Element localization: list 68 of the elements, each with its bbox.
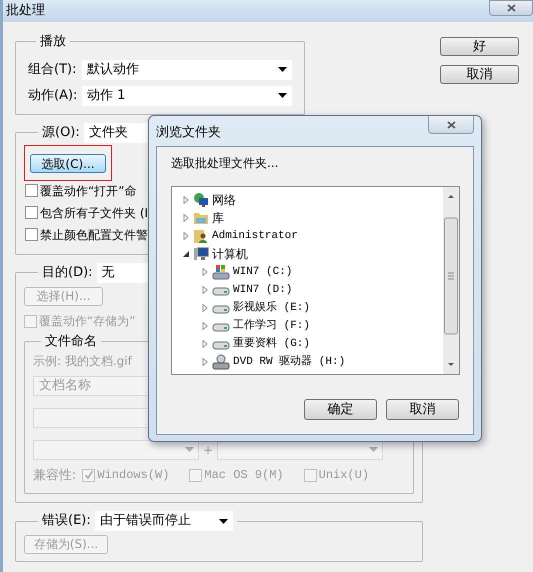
collapsed-arrow-icon[interactable] bbox=[201, 268, 209, 276]
checkbox[interactable] bbox=[25, 228, 38, 241]
computer-icon bbox=[193, 246, 209, 262]
expanded-arrow-icon[interactable] bbox=[182, 250, 190, 258]
dropdown-arrow-icon bbox=[218, 518, 228, 524]
close-icon bbox=[506, 4, 516, 12]
dropdown[interactable]: 由于错误而停止 bbox=[94, 511, 233, 531]
tree-item[interactable]: 计算机 bbox=[212, 245, 248, 263]
dropdown-arrow-icon bbox=[369, 447, 378, 452]
checkbox-label: 禁止颜色配置文件警 bbox=[40, 226, 148, 244]
field-label: 目的(D): bbox=[42, 264, 93, 282]
group-title: 播放 bbox=[39, 33, 67, 51]
tree-item[interactable]: Administrator bbox=[212, 228, 298, 244]
user-folder-icon bbox=[193, 228, 209, 244]
checkbox-label: 覆盖动作“存储为” bbox=[39, 313, 136, 330]
close-button[interactable] bbox=[428, 116, 474, 134]
dropdown[interactable] bbox=[33, 440, 199, 460]
tree-item[interactable]: DVD RW 驱动器 (H:) bbox=[233, 354, 346, 370]
collapsed-arrow-icon[interactable] bbox=[201, 322, 209, 330]
field-label: 动作(A): bbox=[28, 86, 78, 105]
dialog-title: 浏览文件夹 bbox=[156, 124, 221, 142]
folder-icon bbox=[193, 210, 209, 226]
choose-button[interactable]: 选取(C)... bbox=[30, 154, 106, 173]
tree-item[interactable]: 影视娱乐 (E:) bbox=[233, 300, 310, 316]
checkbox-label: Unix(U) bbox=[318, 467, 370, 484]
dialog-button[interactable]: 确定 bbox=[304, 399, 377, 420]
tree-item[interactable]: WIN7 (D:) bbox=[233, 282, 292, 298]
collapsed-arrow-icon[interactable] bbox=[201, 286, 209, 294]
checkbox[interactable] bbox=[25, 206, 38, 219]
checkbox-label: Windows(W) bbox=[97, 467, 170, 484]
collapsed-arrow-icon[interactable] bbox=[182, 232, 190, 240]
group-title: 文件命名 bbox=[44, 333, 98, 351]
prompt-text: 选取批处理文件夹... bbox=[171, 155, 280, 172]
compatibility-label: 兼容性: bbox=[33, 466, 76, 484]
collapsed-arrow-icon[interactable] bbox=[182, 214, 190, 222]
dialog-button[interactable]: 取消 bbox=[440, 65, 519, 84]
collapsed-arrow-icon[interactable] bbox=[201, 358, 209, 366]
dvd-drive-icon bbox=[212, 354, 230, 370]
tree-item[interactable]: 重要资料 (G:) bbox=[233, 336, 310, 352]
dropdown-arrow-icon bbox=[278, 93, 287, 98]
close-button[interactable] bbox=[489, 0, 533, 16]
scrollbar[interactable] bbox=[443, 187, 459, 374]
dropdown[interactable]: 动作 1 bbox=[82, 86, 292, 106]
close-icon bbox=[446, 120, 456, 128]
system-drive-icon bbox=[212, 264, 230, 280]
checkbox-label: 覆盖动作“打开”命 bbox=[40, 182, 136, 200]
dialog-button[interactable]: 取消 bbox=[386, 399, 459, 420]
globe-monitor-icon bbox=[193, 192, 209, 208]
tree-item[interactable]: WIN7 (C:) bbox=[233, 264, 292, 280]
tree-item[interactable]: 工作学习 (F:) bbox=[233, 318, 310, 334]
collapsed-arrow-icon[interactable] bbox=[201, 340, 209, 348]
window-title: 批处理 bbox=[6, 2, 45, 20]
checkbox[interactable] bbox=[25, 184, 38, 197]
field-label: 源(O): bbox=[42, 124, 80, 142]
field-label: 错误(E): bbox=[42, 512, 91, 530]
checkbox-label: 包含所有子文件夹 (I bbox=[40, 204, 148, 222]
dropdown[interactable]: 默认动作 bbox=[82, 60, 292, 80]
dialog-button[interactable]: 好 bbox=[440, 37, 519, 56]
tree-item[interactable]: 库 bbox=[212, 209, 224, 227]
example-text: 示例: 我的文档.gif bbox=[33, 352, 132, 370]
field-label: 组合(T): bbox=[28, 60, 78, 79]
collapsed-arrow-icon[interactable] bbox=[201, 304, 209, 312]
collapsed-arrow-icon[interactable] bbox=[182, 196, 190, 204]
plus-sign: + bbox=[203, 442, 214, 458]
dropdown-arrow-icon bbox=[185, 447, 194, 452]
tree-item[interactable]: 网络 bbox=[212, 191, 236, 209]
dropdown-arrow-icon bbox=[278, 67, 287, 72]
checkbox-label: Mac OS 9(M) bbox=[204, 467, 284, 484]
